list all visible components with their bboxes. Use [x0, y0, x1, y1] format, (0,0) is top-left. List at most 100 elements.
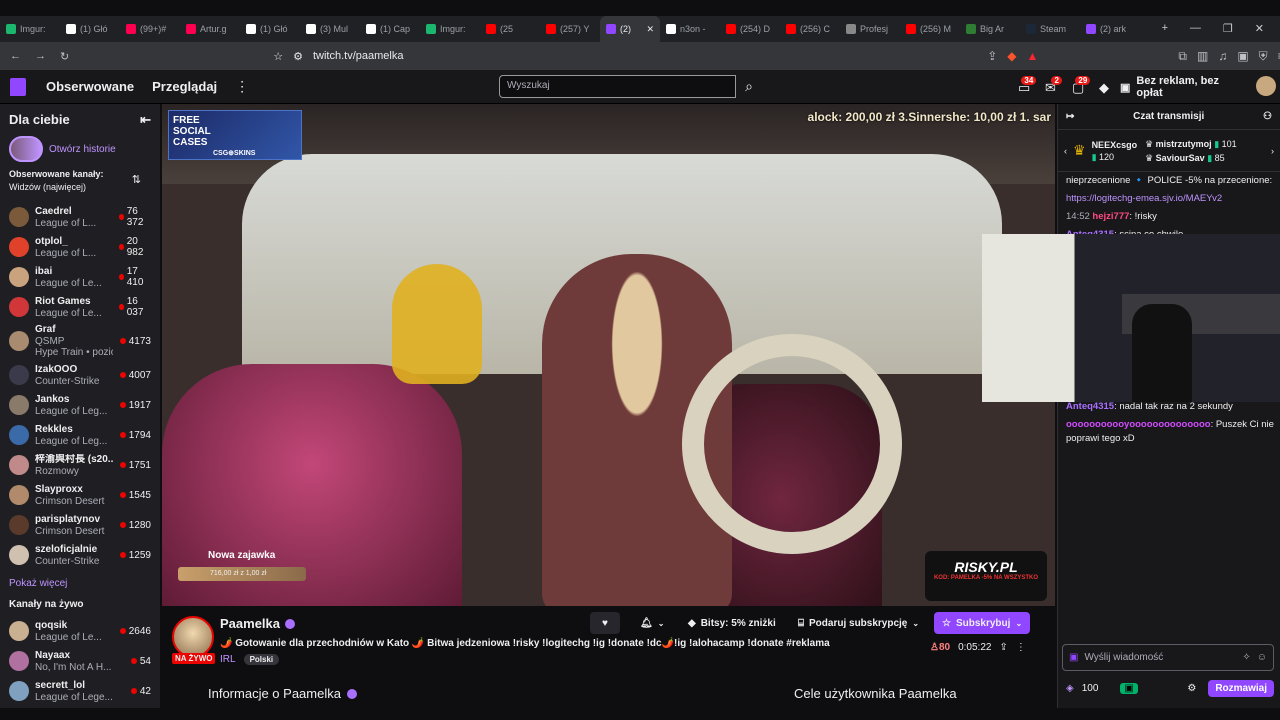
chat-username[interactable]: hejzi777	[1092, 211, 1129, 222]
sort-icon[interactable]: ⇅	[132, 174, 141, 187]
twitch-logo-icon[interactable]	[10, 77, 26, 96]
new-tab-icon[interactable]: +	[1162, 22, 1168, 34]
share-stream-icon[interactable]: ⇪	[999, 642, 1007, 653]
promo-sub: CSG⊕SKINS	[213, 150, 256, 157]
browser-tab[interactable]: Imgur:	[0, 16, 60, 42]
turbo-button[interactable]: ▣ Bez reklam, bez opłat	[1120, 75, 1248, 99]
share-icon[interactable]: ⇪	[987, 49, 997, 64]
sidebar-channel[interactable]: Nayaax No, I'm Not A H... 54	[9, 646, 151, 676]
browser-tab[interactable]: Steam	[1020, 16, 1080, 42]
streamer-avatar[interactable]	[172, 616, 214, 658]
close-tab-icon[interactable]: ✕	[646, 24, 654, 35]
chat-username[interactable]: ooooooooooyoooooooooooooo	[1066, 419, 1211, 430]
browser-tab[interactable]: (3) Mul	[300, 16, 360, 42]
wallet-icon[interactable]: ▣	[1237, 49, 1248, 64]
category-link[interactable]: IRL	[220, 654, 236, 665]
maximize-icon[interactable]: ❐	[1223, 22, 1233, 35]
inbox-icon[interactable]: ▭ 34	[1018, 76, 1037, 96]
show-more-link[interactable]: Pokaż więcej	[9, 578, 151, 589]
emoji-icon[interactable]: ☺	[1257, 652, 1267, 663]
browser-tab[interactable]: (254) D	[720, 16, 780, 42]
browser-tab[interactable]: (256) C	[780, 16, 840, 42]
brave-shield-icon[interactable]: ◆	[1007, 49, 1016, 64]
browser-tab[interactable]: Profesj	[840, 16, 900, 42]
rewards-icon[interactable]: ▣	[1120, 682, 1138, 694]
music-icon[interactable]: ♫	[1218, 49, 1227, 64]
prev-icon[interactable]: ‹	[1064, 146, 1067, 156]
chat-username[interactable]: Anteq4315	[1066, 401, 1114, 412]
chat-message: nieprzecenione 🔹 POLICE -5% na przecenio…	[1066, 174, 1278, 188]
browser-tab[interactable]: (2) ark	[1080, 16, 1140, 42]
sidebar-channel[interactable]: Riot Games League of Le... 16 037	[9, 292, 151, 322]
chat-text[interactable]: https://logitechg-emea.sjv.io/MAEYv2	[1066, 193, 1222, 204]
stories-button[interactable]: Otwórz historie	[9, 136, 151, 162]
next-icon[interactable]: ›	[1271, 146, 1274, 156]
url-field[interactable]: ☆ ⚙ twitch.tv/paamelka	[273, 45, 973, 67]
sidebar-channel[interactable]: parisplatynov Crimson Desert 1280	[9, 510, 151, 540]
bits-discount-button[interactable]: ◆ Bitsy: 5% zniżki	[680, 612, 784, 634]
sidebar-channel[interactable]: secrett_lol League of Lege... 42	[9, 676, 151, 706]
notifications-button[interactable]: 🔔︎ ⌄	[632, 612, 672, 634]
chat-input[interactable]: ▣ Wyślij wiadomość ✧ ☺	[1062, 644, 1274, 671]
vpn-icon[interactable]: ⛨	[1259, 49, 1268, 64]
subscribe-button[interactable]: ☆ Subskrybuj ⌄	[934, 612, 1031, 634]
browser-tab[interactable]: (2) ✕	[600, 16, 660, 42]
browser-tab[interactable]: (256) M	[900, 16, 960, 42]
channel-points-icon[interactable]: ◈	[1066, 683, 1074, 694]
browser-tab[interactable]: (1) Cap	[360, 16, 420, 42]
bits-icon[interactable]: ◆	[1099, 80, 1109, 96]
sidebar-toggle-icon[interactable]: ▥	[1197, 49, 1208, 64]
browser-tab[interactable]: Big Ar	[960, 16, 1020, 42]
chat-settings-icon[interactable]: ⚙	[1187, 683, 1196, 694]
sidebar-channel[interactable]: IzakOOO Counter-Strike 4007	[9, 360, 151, 390]
browser-tab[interactable]: Imgur:	[420, 16, 480, 42]
reload-icon[interactable]: ↻	[60, 50, 69, 63]
sidebar-channel[interactable]: Caedrel League of L... 76 372	[9, 202, 151, 232]
nav-browse[interactable]: Przeglądaj	[152, 79, 217, 94]
channel-name: Rekkles	[35, 423, 73, 435]
streamer-name[interactable]: Paamelka	[220, 616, 280, 631]
browser-tab[interactable]: (1) Głó	[60, 16, 120, 42]
sidebar-channel[interactable]: 梓渝與村長 (s20... Rozmowy 1751	[9, 450, 151, 480]
language-tag[interactable]: Polski	[243, 654, 280, 665]
search-input[interactable]: Wyszukaj	[499, 75, 736, 98]
bookmark-icon[interactable]: ☆	[273, 50, 283, 63]
browser-tab[interactable]: (25	[480, 16, 540, 42]
emote-lock-icon[interactable]: ✧	[1242, 652, 1250, 663]
browser-tab[interactable]: (1) Głó	[240, 16, 300, 42]
whispers-icon[interactable]: ▢ 29	[1072, 76, 1091, 96]
chat-users-icon[interactable]: ⚇	[1263, 111, 1272, 122]
close-window-icon[interactable]: ✕	[1255, 22, 1264, 35]
more-options-icon[interactable]: ⋮	[1016, 642, 1026, 653]
browser-tab[interactable]: n3on -	[660, 16, 720, 42]
minimize-icon[interactable]: —	[1190, 22, 1201, 35]
collapse-sidebar-icon[interactable]: ⇤	[140, 112, 151, 128]
promo-overlay: FREE SOCIAL CASES CSG⊕SKINS	[168, 110, 302, 160]
search-icon[interactable]: ⌕	[738, 75, 760, 98]
browser-tab[interactable]: (99+)#	[120, 16, 180, 42]
user-avatar[interactable]	[1256, 76, 1276, 96]
rewards-icon[interactable]: ▲	[1027, 49, 1039, 64]
sidebar-channel[interactable]: Slayproxx Crimson Desert 1545	[9, 480, 151, 510]
sidebar-channel[interactable]: Jankos League of Leg... 1917	[9, 390, 151, 420]
more-icon[interactable]: ⋮	[235, 78, 249, 95]
back-icon[interactable]: ←	[10, 50, 21, 62]
sidebar-channel[interactable]: qoqsik League of Le... 2646	[9, 616, 151, 646]
forward-icon[interactable]: →	[35, 50, 46, 62]
video-player[interactable]: FREE SOCIAL CASES CSG⊕SKINS alock: 200,0…	[162, 104, 1055, 606]
sidebar-channel[interactable]: szeloficjalnie Counter-Strike 1259	[9, 540, 151, 570]
nav-followed[interactable]: Obserwowane	[46, 79, 134, 94]
gift-sub-button[interactable]: ⌸ Podaruj subskrypcję ⌄	[790, 612, 927, 634]
site-info-icon[interactable]: ⚙	[293, 50, 303, 63]
sidebar-channel[interactable]: otplol_ League of L... 20 982	[9, 232, 151, 262]
chat-send-button[interactable]: Rozmawiaj	[1208, 679, 1274, 697]
notifications-icon[interactable]: ✉ 2	[1045, 76, 1062, 96]
sidebar-channel[interactable]: ibai League of Le... 17 410	[9, 262, 151, 292]
extension-icon[interactable]: ⧉	[1178, 49, 1187, 64]
browser-tab[interactable]: (257) Y	[540, 16, 600, 42]
sidebar-channel[interactable]: GrafQSMPHype Train • pozio... 4173	[9, 322, 151, 360]
follow-button[interactable]: ♥	[590, 612, 620, 634]
browser-tab[interactable]: Artur.g	[180, 16, 240, 42]
collapse-chat-icon[interactable]: ↦	[1066, 111, 1074, 122]
sidebar-channel[interactable]: Rekkles League of Leg... 1794	[9, 420, 151, 450]
